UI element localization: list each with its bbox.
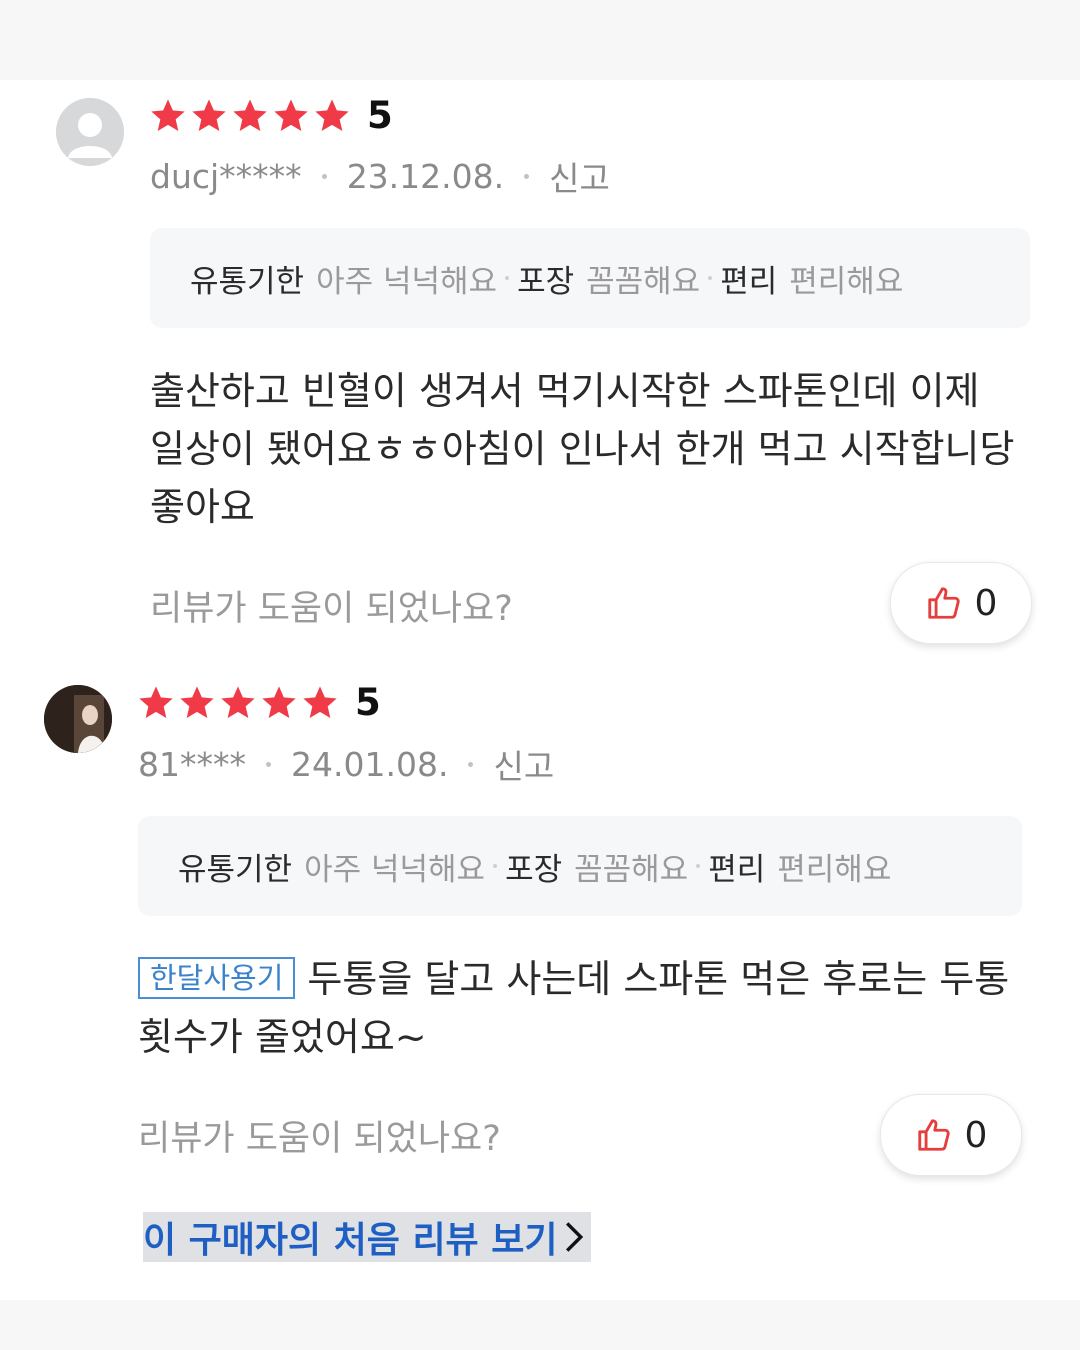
separator-dot — [468, 761, 474, 767]
profile-photo-icon — [44, 685, 112, 753]
separator-dot — [696, 864, 701, 868]
like-button[interactable]: 0 — [880, 1094, 1022, 1176]
chevron-right-icon — [566, 1222, 584, 1252]
review-date: 24.01.08. — [291, 744, 449, 784]
separator-dot — [266, 761, 271, 767]
default-user-icon — [56, 98, 124, 166]
review-meta: ducj***** 23.12.08. 신고 — [150, 152, 610, 200]
usage-badge: 한달사용기 — [138, 957, 296, 999]
star-icon — [271, 96, 311, 136]
tag-value: 꼼꼼해요 — [574, 851, 689, 888]
tag-value: 아주 넉넉해요 — [316, 263, 498, 300]
star-rating: 5 — [136, 683, 381, 723]
report-link[interactable]: 신고 — [549, 152, 610, 200]
separator-dot — [493, 864, 498, 868]
rating-score: 5 — [355, 681, 381, 724]
tag-label: 유통기한 — [178, 851, 293, 888]
tag-value: 편리해요 — [777, 851, 892, 888]
like-button[interactable]: 0 — [890, 562, 1032, 644]
tag-label: 편리 — [720, 263, 778, 300]
avatar[interactable] — [56, 98, 124, 166]
star-icon — [300, 683, 340, 723]
review-tags: 유통기한 아주 넉넉해요 포장 꼼꼼해요 편리 편리해요 — [138, 816, 1022, 916]
star-icon — [189, 96, 229, 136]
rating-score: 5 — [367, 94, 393, 137]
separator-dot — [321, 173, 327, 179]
review-tags: 유통기한 아주 넉넉해요 포장 꼼꼼해요 편리 편리해요 — [150, 228, 1030, 328]
first-review-link-label: 이 구매자의 처음 리뷰 보기 — [143, 1220, 558, 1261]
helpful-prompt: 리뷰가 도움이 되었나요? — [138, 1119, 501, 1159]
thumbs-up-icon — [917, 1119, 950, 1151]
like-count: 0 — [974, 582, 998, 624]
user-id: ducj***** — [150, 156, 302, 196]
like-count: 0 — [964, 1114, 988, 1156]
star-icon — [312, 96, 352, 136]
separator-dot — [708, 276, 713, 280]
tag-label: 유통기한 — [190, 263, 305, 300]
star-icon — [177, 683, 217, 723]
tag-value: 편리해요 — [789, 263, 904, 300]
avatar[interactable] — [44, 685, 112, 753]
star-icon — [136, 683, 176, 723]
helpful-prompt: 리뷰가 도움이 되었나요? — [150, 589, 513, 629]
report-link[interactable]: 신고 — [493, 740, 554, 788]
star-icon — [259, 683, 299, 723]
review-date: 23.12.08. — [346, 156, 505, 196]
user-id: 81**** — [138, 744, 246, 784]
separator-dot — [505, 276, 510, 280]
review-text: 한달사용기 두통을 달고 사는데 스파톤 먹은 후로는 두통 횟수가 줄었어요~ — [138, 950, 1028, 1066]
star-icon — [218, 683, 258, 723]
tag-value: 꼼꼼해요 — [586, 263, 701, 300]
tag-label: 포장 — [517, 263, 575, 300]
tag-label: 편리 — [708, 851, 766, 888]
thumbs-up-icon — [927, 587, 960, 619]
star-rating: 5 — [148, 96, 393, 136]
first-review-link[interactable]: 이 구매자의 처음 리뷰 보기 — [143, 1212, 592, 1262]
separator-dot — [524, 173, 530, 179]
tag-value: 아주 넉넉해요 — [304, 851, 486, 888]
tag-label: 포장 — [505, 851, 563, 888]
review-meta: 81**** 24.01.08. 신고 — [138, 740, 554, 788]
review-body: 출산하고 빈혈이 생겨서 먹기시작한 스파톤인데 이제 일상이 됐어요ㅎㅎ아침이… — [150, 369, 1015, 529]
star-icon — [148, 96, 188, 136]
star-icon — [230, 96, 270, 136]
review-text: 출산하고 빈혈이 생겨서 먹기시작한 스파톤인데 이제 일상이 됐어요ㅎㅎ아침이… — [150, 362, 1035, 536]
